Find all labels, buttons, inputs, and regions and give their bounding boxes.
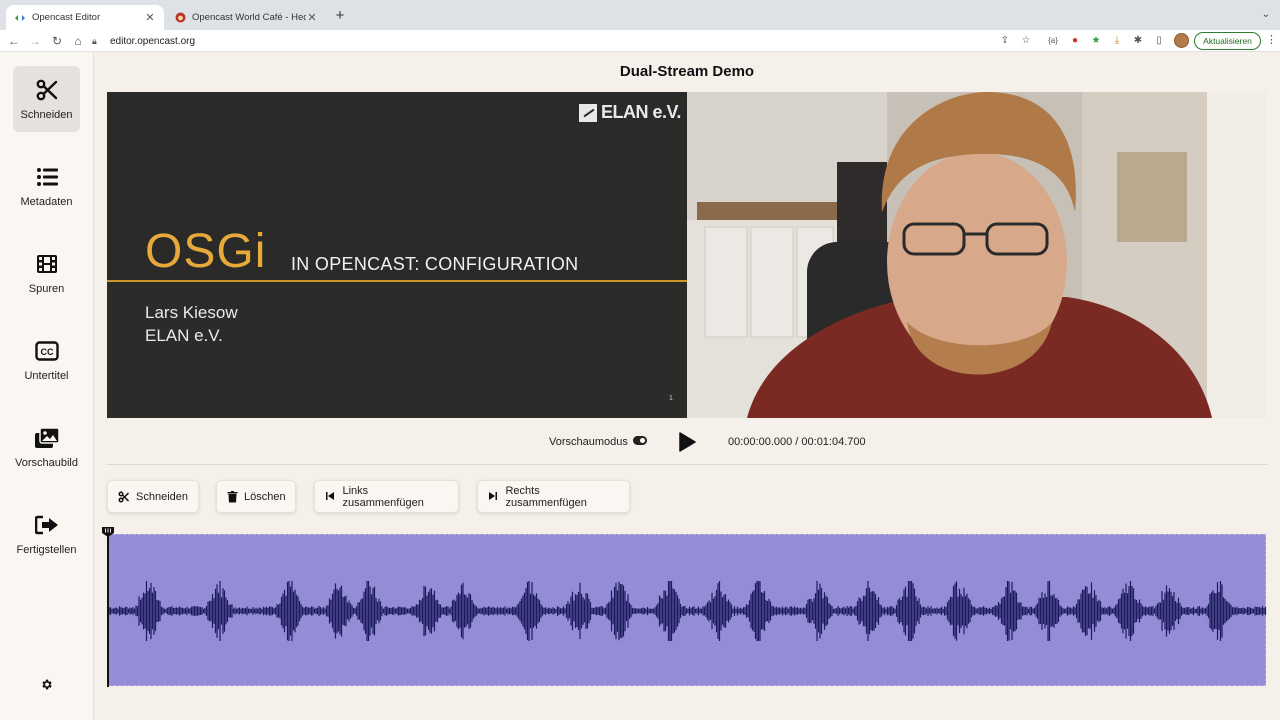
bookmark-star-icon[interactable]: ☆ xyxy=(1019,34,1033,48)
timecode: 00:00:00.000 / 00:01:04.700 xyxy=(728,436,866,448)
slide-page-number: 1 xyxy=(669,395,673,402)
profile-avatar[interactable] xyxy=(1174,33,1189,48)
controls-divider xyxy=(107,464,1267,465)
tab-title: Opencast Editor xyxy=(32,12,101,23)
step-backward-icon xyxy=(325,491,337,503)
merge-left-button-label: Links zusammenfügen xyxy=(342,484,424,509)
sidebar-item-label: Schneiden xyxy=(20,109,73,121)
tab-opencast-editor[interactable]: Opencast Editor ✕ xyxy=(6,5,164,30)
browser-toolbar: ← → ↻ ⌂ 🔒︎ editor.opencast.org ⇪ ☆ {a} ●… xyxy=(0,30,1280,52)
merge-left-button[interactable]: Links zusammenfügen xyxy=(314,480,459,513)
address-bar[interactable]: 🔒︎ editor.opencast.org xyxy=(92,32,1178,50)
elan-logo: ELAN e.V. xyxy=(579,102,681,123)
cut-button[interactable]: Schneiden xyxy=(107,480,199,513)
step-forward-icon xyxy=(488,491,499,503)
list-icon xyxy=(34,164,60,190)
sidebar-item-label: Metadaten xyxy=(20,196,73,208)
presenter-org: ELAN e.V. xyxy=(145,326,223,345)
elan-logo-mark-icon xyxy=(579,103,597,122)
presenter-video-frame xyxy=(687,92,1267,418)
cut-button-label: Schneiden xyxy=(136,490,188,503)
slide-heading: OSGi xyxy=(145,225,267,278)
new-tab-button[interactable]: + xyxy=(332,8,348,24)
share-icon[interactable]: ⇪ xyxy=(998,34,1012,48)
sidebar-item-vorschaubild[interactable]: Vorschaubild xyxy=(13,414,80,480)
timeline[interactable] xyxy=(108,534,1267,686)
images-icon xyxy=(34,425,60,451)
cc-icon: CC xyxy=(34,338,60,364)
hedgedoc-favicon-icon xyxy=(174,12,186,24)
update-button[interactable]: Aktualisieren xyxy=(1194,32,1261,50)
home-icon[interactable]: ⌂ xyxy=(70,33,86,49)
sidebar: Schneiden Metadaten Spuren CC Untertitel… xyxy=(0,52,94,720)
menu-kebab-icon[interactable]: ⋮ xyxy=(1266,33,1277,46)
sidebar-item-schneiden[interactable]: Schneiden xyxy=(13,66,80,132)
page-title: Dual-Stream Demo xyxy=(619,63,755,80)
chevron-down-icon[interactable]: ⌄ xyxy=(1262,9,1270,20)
slide-subheading: IN OPENCAST: CONFIGURATION xyxy=(291,254,579,274)
extension-star-icon[interactable]: ★ xyxy=(1089,34,1103,48)
lock-icon: 🔒︎ xyxy=(92,35,97,46)
tab-title: Opencast World Café - Hedge… xyxy=(192,12,306,23)
delete-button[interactable]: Löschen xyxy=(216,480,296,513)
url-text: editor.opencast.org xyxy=(110,35,196,47)
play-button[interactable] xyxy=(678,432,696,452)
extension-json-icon[interactable]: {a} xyxy=(1046,34,1060,48)
presentation-video[interactable]: ELAN e.V. OSGi IN OPENCAST: CONFIGURATIO… xyxy=(107,92,687,418)
scissors-icon xyxy=(34,77,60,103)
sidebar-item-metadaten[interactable]: Metadaten xyxy=(13,153,80,219)
playhead-line[interactable] xyxy=(107,527,109,687)
sidebar-item-label: Fertigstellen xyxy=(16,544,77,556)
preview-mode-label: Vorschaumodus xyxy=(549,436,628,448)
back-icon[interactable]: ← xyxy=(6,33,22,49)
sidebar-item-label: Untertitel xyxy=(24,370,69,382)
elan-logo-text: ELAN e.V. xyxy=(601,102,681,122)
slide-presenter: Lars Kiesow ELAN e.V. xyxy=(145,301,238,347)
presenter-name: Lars Kiesow xyxy=(145,303,238,322)
scissors-icon xyxy=(118,491,130,503)
gear-icon[interactable] xyxy=(40,678,54,692)
extensions-puzzle-icon[interactable]: ✱ xyxy=(1131,34,1145,48)
svg-text:CC: CC xyxy=(40,347,53,357)
sidebar-item-spuren[interactable]: Spuren xyxy=(13,240,80,306)
play-icon xyxy=(679,432,696,452)
delete-button-label: Löschen xyxy=(244,490,286,503)
extension-ublock-icon[interactable]: ● xyxy=(1068,34,1082,48)
sidebar-item-label: Vorschaubild xyxy=(15,457,78,469)
merge-right-button-label: Rechts zusammenfügen xyxy=(505,484,587,509)
browser-tab-bar: Opencast Editor ✕ Opencast World Café - … xyxy=(0,0,1280,30)
sidebar-item-fertigstellen[interactable]: Fertigstellen xyxy=(13,501,80,567)
extension-download-icon[interactable]: ⤓ xyxy=(1110,34,1124,48)
tab-opencast-world-cafe[interactable]: Opencast World Café - Hedge… ✕ xyxy=(166,5,326,30)
player-controls: Vorschaumodus 00:00:00.000 / 00:01:04.70… xyxy=(94,430,1280,454)
sidebar-item-untertitel[interactable]: CC Untertitel xyxy=(13,327,80,393)
merge-right-button[interactable]: Rechts zusammenfügen xyxy=(477,480,630,513)
trash-icon xyxy=(227,490,238,503)
close-icon[interactable]: ✕ xyxy=(144,11,156,24)
reload-icon[interactable]: ↻ xyxy=(49,33,65,49)
slide-divider xyxy=(107,280,687,282)
preview-mode-toggle[interactable] xyxy=(633,436,647,445)
presenter-video[interactable] xyxy=(687,92,1267,418)
close-icon[interactable]: ✕ xyxy=(306,11,318,24)
sign-out-icon xyxy=(34,512,60,538)
forward-icon[interactable]: → xyxy=(27,33,43,49)
film-icon xyxy=(34,251,60,277)
opencast-favicon-icon xyxy=(14,12,26,24)
playhead-handle-icon[interactable] xyxy=(102,527,114,537)
sidebar-item-label: Spuren xyxy=(28,283,65,295)
audio-waveform xyxy=(109,581,1267,641)
side-panel-icon[interactable]: ▯ xyxy=(1152,34,1166,48)
